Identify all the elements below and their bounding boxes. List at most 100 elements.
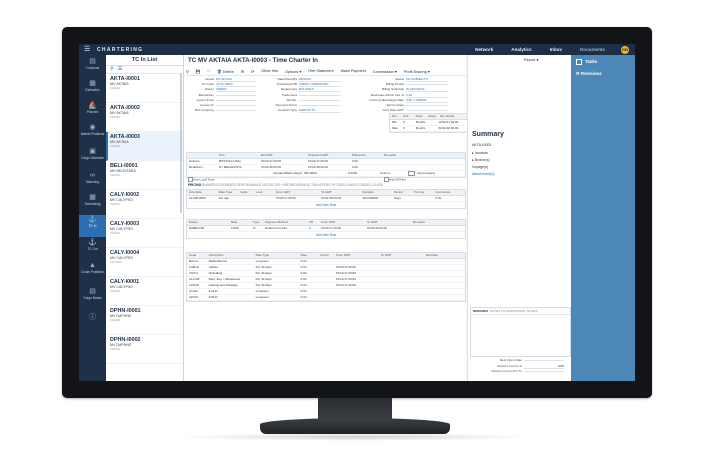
rail-cargo-books[interactable]: ▤ Cargo Books xyxy=(79,287,106,309)
rail-cargo-schedule[interactable]: ▣ Cargo Schedule xyxy=(79,147,106,169)
revisions-item[interactable]: ⟳ Revisions xyxy=(576,71,602,77)
intercompany-checkbox[interactable]: Intercompany xyxy=(406,171,435,176)
summary-invoices[interactable]: ▸ Invoices xyxy=(472,151,488,155)
column-header: Rate xyxy=(231,220,238,224)
tab-expenses[interactable]: EXPENSES xyxy=(219,183,236,187)
rail-compose[interactable]: ▤ Compose xyxy=(79,57,106,79)
other-info-button[interactable]: Other Info xyxy=(261,69,278,73)
cell: 2 xyxy=(309,226,311,230)
tab-brokerage[interactable]: BROKERAGE xyxy=(290,183,310,187)
filter-icon[interactable]: ☰ xyxy=(118,66,122,72)
cell xyxy=(412,196,434,201)
field-value[interactable] xyxy=(299,94,341,96)
report-button[interactable]: Report ▾ xyxy=(524,57,538,62)
list-item[interactable]: AKTA-I0001 MV AKTAIA VEDEN xyxy=(106,74,183,103)
delivery-grid: Port Est GMT Projected GMT Difference Remark… xyxy=(186,152,466,178)
checkbox-icon xyxy=(576,59,582,65)
rail-crude-positions[interactable]: ▲ Crude Positions xyxy=(79,261,106,283)
nav-inbox[interactable]: Inbox xyxy=(550,47,562,52)
rail-help[interactable]: ⓘ xyxy=(79,313,106,335)
column-header: Rate Type xyxy=(218,190,233,194)
rail-estimates[interactable]: ▦ Estimates xyxy=(79,79,106,101)
cell xyxy=(379,295,424,300)
tab-bunkers[interactable]: BUNKERS xyxy=(202,183,217,187)
profit-sharing-button[interactable]: Profit Sharing ▾ xyxy=(404,69,430,74)
tab-performance[interactable]: PERFORMANCE xyxy=(237,183,262,187)
commission-button[interactable]: Commission ▾ xyxy=(373,69,397,74)
refresh-icon[interactable]: ⟳ xyxy=(251,69,254,74)
field-value[interactable] xyxy=(406,110,448,112)
tab-notes-to-operations[interactable]: NOTES TO OPERATIONS xyxy=(490,309,526,313)
tab-pricing[interactable]: PRICING xyxy=(188,183,201,187)
tab-remarks[interactable]: REMARKS xyxy=(473,309,488,313)
field-value[interactable]: PERIOD TC xyxy=(299,108,341,114)
share-icon[interactable]: ⚙ xyxy=(241,69,244,74)
search-icon[interactable]: ⚲ xyxy=(110,66,114,72)
remarks-box[interactable]: REMARKS NOTES TO OPERATIONS NOTES xyxy=(470,307,571,357)
tab-off-hire[interactable]: OFF HIRE xyxy=(274,183,289,187)
add-row-button[interactable]: Add New Row xyxy=(187,232,465,238)
summary-voyages[interactable]: Voyage(s) xyxy=(472,165,488,169)
save-icon[interactable]: 💾 xyxy=(196,69,201,74)
field-value[interactable] xyxy=(216,94,256,96)
field-value[interactable]: 0.00 xyxy=(524,364,564,369)
summary-attachments[interactable]: Attachment(s) xyxy=(472,172,494,176)
list-scrollbar[interactable] xyxy=(180,73,182,213)
rail-tc-in[interactable]: ⚓ TC In xyxy=(79,215,106,237)
field-value[interactable] xyxy=(216,99,256,101)
list-item-status: VEDEN xyxy=(110,347,121,351)
list-item[interactable]: CALY-I0003 MV CALYPSO VEDEN xyxy=(106,219,183,248)
tab-linked-trades[interactable]: LINKED TRADES xyxy=(346,183,371,187)
use-local-time[interactable]: Use Local Time xyxy=(188,177,214,182)
copy-icon[interactable]: □ xyxy=(208,69,210,73)
make-payment-button[interactable]: Make Payment xyxy=(341,69,366,73)
table-row[interactable]: Max 9 Months 01/31/18 00:00 xyxy=(390,126,467,132)
field-label: Billing Schedule xyxy=(381,87,404,92)
nav-analytics[interactable]: Analytics xyxy=(511,47,531,52)
summary-brokers[interactable]: ▸ Broker(s) xyxy=(472,158,490,162)
add-off-hire[interactable]: Add Off Hire xyxy=(384,177,406,182)
field-value[interactable] xyxy=(524,360,564,361)
tab-notes[interactable]: NOTES xyxy=(262,183,273,187)
cell: 6 xyxy=(402,120,405,124)
delete-button[interactable]: 🗑 Delete xyxy=(217,69,234,74)
rail-market-positions[interactable]: ◉ Market Positions xyxy=(79,123,106,145)
field-label: Lessor From xyxy=(196,97,214,102)
field-value[interactable] xyxy=(524,371,564,372)
list-item[interactable]: CALY-I0002 MV CALYPSO VEDEN xyxy=(106,190,183,219)
add-row-button[interactable]: Add New Row xyxy=(187,202,465,208)
tab-lease[interactable]: LEASE xyxy=(373,183,383,187)
column-header: Code xyxy=(189,253,197,257)
list-item[interactable]: CALY-I0001 MV CALYPSO VEDEN xyxy=(106,277,183,306)
field-value[interactable] xyxy=(216,105,256,106)
field-value[interactable] xyxy=(299,105,341,106)
hire-statement-button[interactable]: Hire Statement xyxy=(308,69,333,73)
search-icon[interactable]: ⚲ xyxy=(186,69,189,74)
menu-icon[interactable]: ☰ xyxy=(84,46,90,53)
rail-scheduling[interactable]: ▦ Scheduling xyxy=(79,193,106,215)
avatar[interactable]: GB xyxy=(621,45,629,54)
table-row[interactable]: IHTHC IHTHC Lumpsum 0.00 xyxy=(187,295,465,301)
tasks-item[interactable]: Tasks xyxy=(576,59,597,65)
duration-grid: Dur Unit Days +Days Est. Redel Min 6 Months 12/3… xyxy=(389,113,468,133)
tab-notes[interactable]: NOTES xyxy=(527,309,537,313)
field-value[interactable] xyxy=(216,110,256,112)
nav-network[interactable]: Network xyxy=(475,47,493,52)
rail-matching[interactable]: ∞ Matching xyxy=(79,171,106,193)
list-item[interactable]: AKTA-I0003 MV AKTAIA VEDEN xyxy=(106,132,183,161)
cell: ALLOW xyxy=(189,277,200,281)
list-item[interactable]: DPHN-I0001 MV DAPHNE VEDEN xyxy=(106,306,183,335)
list-item[interactable]: AKTA-I0002 MV AKTAIA VEDEN xyxy=(106,103,183,132)
list-item[interactable]: DPHN-I0002 MV DAPHNE VEDEN xyxy=(106,335,183,364)
field-value[interactable] xyxy=(299,99,341,101)
options-button[interactable]: Options ▾ xyxy=(285,69,301,74)
list-item[interactable]: CALY-I0004 MV CALYPSO KLPSNA xyxy=(106,248,183,277)
tab-transfers[interactable]: TRANSFERS xyxy=(311,183,330,187)
list-item[interactable]: BELI-I0001 MV BELISTARA VEDEN xyxy=(106,161,183,190)
tab-options[interactable]: OPTIONS xyxy=(331,183,345,187)
rail-tc-out[interactable]: ⚓ TC Out xyxy=(79,238,106,260)
field-value[interactable] xyxy=(406,84,448,86)
field-value[interactable] xyxy=(406,105,448,106)
rail-pictures[interactable]: ⛵ Pictures xyxy=(79,101,106,123)
nav-documents[interactable]: Documents xyxy=(580,47,605,52)
